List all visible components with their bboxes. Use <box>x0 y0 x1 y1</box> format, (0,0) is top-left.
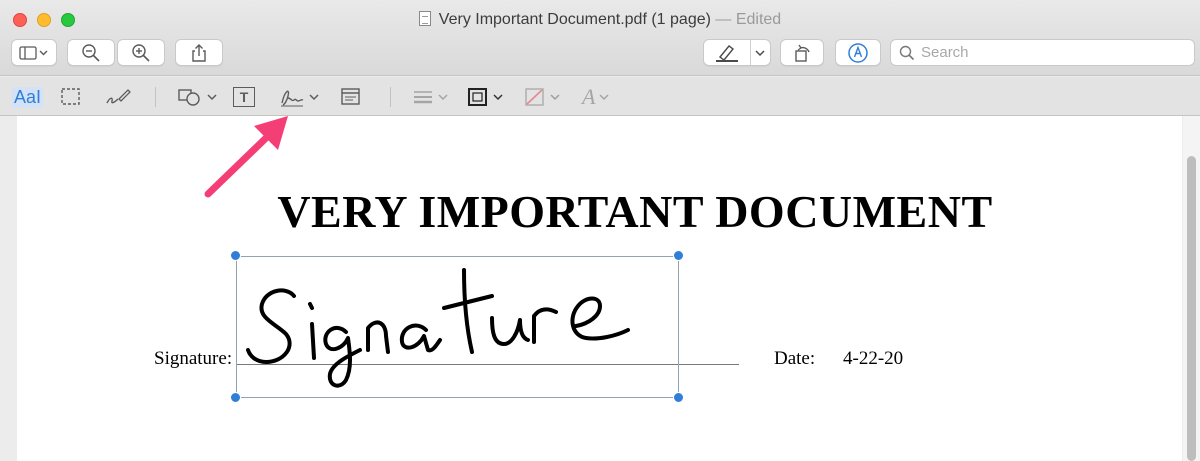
chevron-down-icon[interactable] <box>549 93 561 101</box>
toolbar-separator <box>390 87 391 107</box>
search-field[interactable] <box>890 39 1195 66</box>
font-style-label: A <box>582 84 596 109</box>
markup-toolbar-button[interactable] <box>835 39 881 66</box>
window-filename: Very Important Document.pdf (1 page) <box>438 11 711 28</box>
date-value: 4-22-20 <box>843 348 904 369</box>
title-bar: Very Important Document.pdf (1 page) — E… <box>0 0 1200 76</box>
share-icon <box>192 43 206 62</box>
resize-handle-top-left[interactable] <box>230 250 241 261</box>
text-box-label: T <box>239 89 249 105</box>
zoom-out-icon <box>82 43 100 62</box>
markup-icon <box>848 42 868 63</box>
rotate-button[interactable] <box>780 39 824 66</box>
font-style-tool[interactable]: A <box>582 84 610 109</box>
sidebar-view-button[interactable] <box>11 39 57 66</box>
rect-selection-tool[interactable] <box>60 85 82 109</box>
text-style-label: AaI <box>12 86 44 108</box>
fill-color-tool[interactable] <box>524 85 561 109</box>
zoom-in-icon <box>132 43 150 62</box>
signature-image[interactable] <box>236 256 679 398</box>
chevron-down-icon[interactable] <box>206 93 218 101</box>
rect-selection-icon <box>61 88 80 105</box>
fill-color-icon <box>525 88 544 106</box>
window-title: Very Important Document.pdf (1 page) — E… <box>0 11 1200 29</box>
edited-status: — Edited <box>715 11 782 28</box>
chevron-down-icon[interactable] <box>754 49 766 57</box>
chevron-down-icon[interactable] <box>308 93 320 101</box>
document-title: VERY IMPORTANT DOCUMENT <box>277 186 993 237</box>
pdf-document-icon <box>418 11 431 26</box>
note-icon <box>341 88 360 105</box>
resize-handle-bottom-left[interactable] <box>230 392 241 403</box>
share-button[interactable] <box>175 39 223 66</box>
sketch-tool[interactable] <box>105 85 131 109</box>
sketch-icon <box>106 89 131 104</box>
search-input[interactable] <box>921 44 1191 61</box>
resize-handle-bottom-right[interactable] <box>673 392 684 403</box>
rotate-icon <box>795 44 810 62</box>
line-style-tool[interactable] <box>412 85 449 109</box>
sidebar-icon <box>19 45 48 60</box>
search-icon <box>899 45 915 60</box>
signature-label: Signature: <box>154 348 233 369</box>
highlight-button[interactable] <box>703 39 771 66</box>
resize-handle-top-right[interactable] <box>673 250 684 261</box>
chevron-down-icon[interactable] <box>492 93 504 101</box>
zoom-out-button[interactable] <box>67 39 115 66</box>
markup-toolbar: AaI T A <box>0 77 1200 116</box>
toolbar-separator <box>155 87 156 107</box>
zoom-in-button[interactable] <box>117 39 165 66</box>
line-style-icon <box>414 91 432 104</box>
note-tool[interactable] <box>340 85 362 109</box>
date-label: Date: <box>774 348 816 369</box>
highlight-icon <box>716 44 738 62</box>
border-color-tool[interactable] <box>467 85 504 109</box>
pointer-arrow-icon <box>204 116 288 198</box>
chevron-down-icon[interactable] <box>598 93 610 101</box>
text-selection-tool[interactable]: AaI <box>12 85 44 109</box>
chevron-down-icon[interactable] <box>437 93 449 101</box>
border-color-icon <box>468 88 487 106</box>
